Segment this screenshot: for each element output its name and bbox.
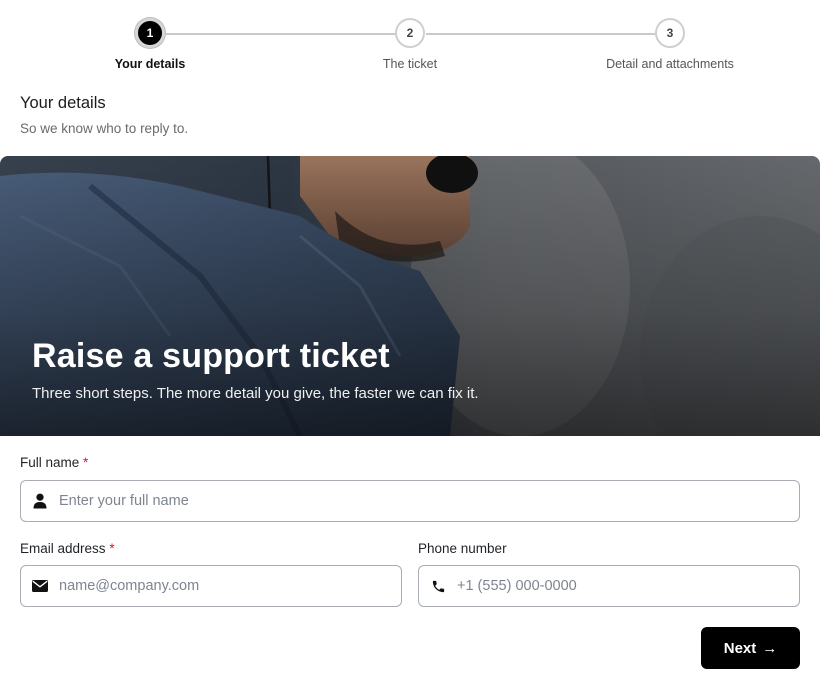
- step-label: Detail and attachments: [606, 57, 734, 71]
- step-label: The ticket: [382, 57, 438, 71]
- step-the-ticket[interactable]: 2 The ticket: [330, 18, 490, 71]
- support-ticket-page: 1 Your details 2 The ticket 3 Detail and…: [0, 0, 820, 690]
- phone-label: Phone number: [418, 541, 507, 556]
- step-detail-and-attachments[interactable]: 3 Detail and attachments: [590, 18, 750, 71]
- required-mark: *: [83, 455, 89, 470]
- email-input[interactable]: [59, 567, 401, 605]
- next-button[interactable]: Next →: [701, 627, 800, 669]
- next-button-label: Next: [723, 639, 757, 657]
- step-number: 3: [655, 18, 685, 48]
- section-title: Your details: [20, 94, 106, 112]
- full-name-input[interactable]: [59, 482, 799, 520]
- user-icon: [21, 481, 59, 521]
- email-label-text: Email address: [20, 541, 106, 556]
- full-name-field[interactable]: [20, 480, 800, 522]
- email-label: Email address *: [20, 541, 115, 556]
- arrow-right-icon: →: [762, 639, 778, 657]
- progress-stepper: 1 Your details 2 The ticket 3 Detail and…: [0, 0, 820, 90]
- step-your-details[interactable]: 1 Your details: [70, 18, 230, 71]
- step-number: 2: [395, 18, 425, 48]
- full-name-label-text: Full name: [20, 455, 80, 470]
- phone-field[interactable]: [418, 565, 800, 607]
- phone-icon: [419, 566, 457, 606]
- required-mark: *: [109, 541, 115, 556]
- step-number: 1: [135, 18, 165, 48]
- full-name-label: Full name *: [20, 455, 88, 470]
- section-subtitle: So we know who to reply to.: [20, 121, 189, 136]
- step-label: Your details: [114, 57, 186, 71]
- hero-subtitle: Three short steps. The more detail you g…: [32, 385, 479, 402]
- email-field[interactable]: [20, 565, 402, 607]
- phone-label-text: Phone number: [418, 541, 507, 556]
- hero-title: Raise a support ticket: [32, 337, 390, 375]
- envelope-icon: [21, 566, 59, 606]
- phone-input[interactable]: [457, 567, 799, 605]
